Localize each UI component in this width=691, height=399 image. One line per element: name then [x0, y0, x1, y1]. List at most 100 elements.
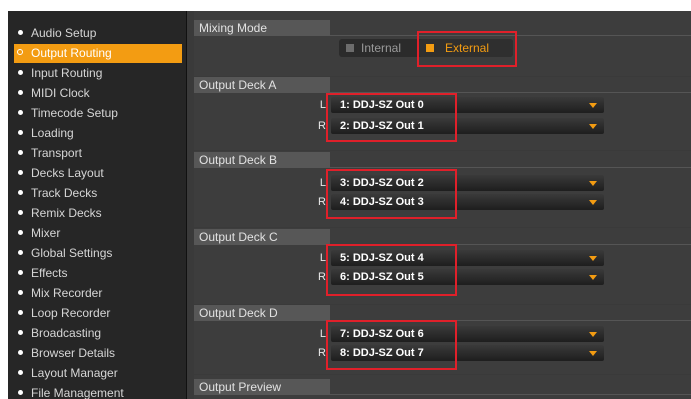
sidebar-item-label: Output Routing — [31, 46, 112, 60]
bullet-icon — [18, 90, 23, 95]
output-deck-b-header: Output Deck B — [194, 152, 691, 168]
output-preview-header: Output Preview — [194, 379, 691, 395]
mixing-mode-internal-option[interactable]: Internal — [339, 39, 415, 57]
checkbox-icon — [426, 44, 434, 52]
dropdown-value: 4: DDJ-SZ Out 3 — [340, 196, 424, 208]
deck-a-right-output-select[interactable]: 2: DDJ-SZ Out 1 — [331, 118, 604, 134]
sidebar-item-label: Browser Details — [31, 346, 116, 360]
bullet-icon — [18, 150, 23, 155]
sidebar-item-timecode-setup[interactable]: Timecode Setup — [14, 104, 182, 123]
preferences-window: Audio Setup Output Routing Input Routing… — [8, 11, 691, 399]
output-deck-d-header: Output Deck D — [194, 305, 691, 321]
bullet-icon — [18, 190, 23, 195]
right-channel-label: R — [318, 196, 326, 208]
sidebar-item-label: Remix Decks — [31, 206, 102, 220]
bullet-icon — [18, 30, 23, 35]
left-channel-label: L — [319, 99, 326, 111]
sidebar-item-label: Track Decks — [31, 186, 98, 200]
dropdown-arrow-icon — [589, 103, 597, 108]
dropdown-arrow-icon — [589, 332, 597, 337]
sidebar-item-loop-recorder[interactable]: Loop Recorder — [14, 304, 182, 323]
bullet-icon — [18, 130, 23, 135]
bullet-icon — [18, 290, 23, 295]
bullet-icon — [17, 49, 23, 55]
right-channel-label: R — [318, 120, 326, 132]
dropdown-value: 8: DDJ-SZ Out 7 — [340, 347, 424, 359]
preferences-sidebar: Audio Setup Output Routing Input Routing… — [8, 11, 187, 399]
sidebar-item-label: Audio Setup — [31, 26, 97, 40]
dropdown-arrow-icon — [589, 200, 597, 205]
dropdown-arrow-icon — [589, 124, 597, 129]
output-deck-c-header: Output Deck C — [194, 229, 691, 245]
sidebar-item-label: Mixer — [31, 226, 61, 240]
sidebar-item-track-decks[interactable]: Track Decks — [14, 184, 182, 203]
bullet-icon — [18, 250, 23, 255]
bullet-icon — [18, 110, 23, 115]
bullet-icon — [18, 330, 23, 335]
mixing-mode-external-label: External — [445, 41, 490, 55]
sidebar-item-label: Broadcasting — [31, 326, 102, 340]
mixing-mode-internal-label: Internal — [361, 41, 402, 55]
left-channel-label: L — [319, 252, 326, 264]
sidebar-item-label: Loading — [31, 126, 74, 140]
bullet-icon — [18, 370, 23, 375]
sidebar-item-label: Mix Recorder — [31, 286, 103, 300]
sidebar-item-label: MIDI Clock — [31, 86, 90, 100]
bullet-icon — [18, 350, 23, 355]
sidebar-item-mixer[interactable]: Mixer — [14, 224, 182, 243]
bullet-icon — [18, 170, 23, 175]
mixing-mode-toggle: Internal External — [339, 39, 513, 57]
mixing-mode-external-option[interactable]: External — [419, 39, 513, 57]
checkbox-icon — [346, 44, 354, 52]
sidebar-item-label: Decks Layout — [31, 166, 104, 180]
deck-b-left-output-select[interactable]: 3: DDJ-SZ Out 2 — [331, 175, 604, 191]
sidebar-item-effects[interactable]: Effects — [14, 264, 182, 283]
sidebar-item-midi-clock[interactable]: MIDI Clock — [14, 84, 182, 103]
dropdown-value: 2: DDJ-SZ Out 1 — [340, 120, 424, 132]
sidebar-item-label: Effects — [31, 266, 68, 280]
deck-b-right-output-select[interactable]: 4: DDJ-SZ Out 3 — [331, 194, 604, 210]
sidebar-item-remix-decks[interactable]: Remix Decks — [14, 204, 182, 223]
dropdown-arrow-icon — [589, 256, 597, 261]
sidebar-item-label: File Management — [31, 386, 124, 399]
deck-a-left-output-select[interactable]: 1: DDJ-SZ Out 0 — [331, 97, 604, 113]
sidebar-item-decks-layout[interactable]: Decks Layout — [14, 164, 182, 183]
deck-d-left-output-select[interactable]: 7: DDJ-SZ Out 6 — [331, 326, 604, 342]
sidebar-item-transport[interactable]: Transport — [14, 144, 182, 163]
sidebar-item-browser-details[interactable]: Browser Details — [14, 344, 182, 363]
sidebar-item-label: Timecode Setup — [31, 106, 118, 120]
dropdown-arrow-icon — [589, 181, 597, 186]
left-channel-label: L — [319, 177, 326, 189]
sidebar-item-label: Global Settings — [31, 246, 113, 260]
bullet-icon — [18, 310, 23, 315]
deck-c-right-output-select[interactable]: 6: DDJ-SZ Out 5 — [331, 269, 604, 285]
sidebar-item-audio-setup[interactable]: Audio Setup — [14, 24, 182, 43]
sidebar-item-output-routing[interactable]: Output Routing — [14, 44, 182, 63]
bullet-icon — [18, 70, 23, 75]
deck-c-left-output-select[interactable]: 5: DDJ-SZ Out 4 — [331, 250, 604, 266]
sidebar-item-global-settings[interactable]: Global Settings — [14, 244, 182, 263]
bullet-icon — [18, 230, 23, 235]
bullet-icon — [18, 210, 23, 215]
dropdown-value: 5: DDJ-SZ Out 4 — [340, 252, 424, 264]
sidebar-item-file-management[interactable]: File Management — [14, 384, 182, 399]
dropdown-value: 3: DDJ-SZ Out 2 — [340, 177, 424, 189]
sidebar-item-layout-manager[interactable]: Layout Manager — [14, 364, 182, 383]
right-channel-label: R — [318, 271, 326, 283]
sidebar-item-loading[interactable]: Loading — [14, 124, 182, 143]
dropdown-value: 7: DDJ-SZ Out 6 — [340, 328, 424, 340]
mixing-mode-header: Mixing Mode — [194, 20, 691, 36]
right-channel-label: R — [318, 347, 326, 359]
sidebar-item-mix-recorder[interactable]: Mix Recorder — [14, 284, 182, 303]
sidebar-item-broadcasting[interactable]: Broadcasting — [14, 324, 182, 343]
dropdown-arrow-icon — [589, 351, 597, 356]
output-routing-panel: Mixing Mode Internal External Output Dec… — [194, 11, 691, 399]
sidebar-item-label: Loop Recorder — [31, 306, 111, 320]
deck-d-right-output-select[interactable]: 8: DDJ-SZ Out 7 — [331, 345, 604, 361]
sidebar-item-input-routing[interactable]: Input Routing — [14, 64, 182, 83]
dropdown-value: 6: DDJ-SZ Out 5 — [340, 271, 424, 283]
bullet-icon — [18, 270, 23, 275]
output-deck-a-header: Output Deck A — [194, 77, 691, 93]
bullet-icon — [18, 390, 23, 395]
dropdown-arrow-icon — [589, 275, 597, 280]
